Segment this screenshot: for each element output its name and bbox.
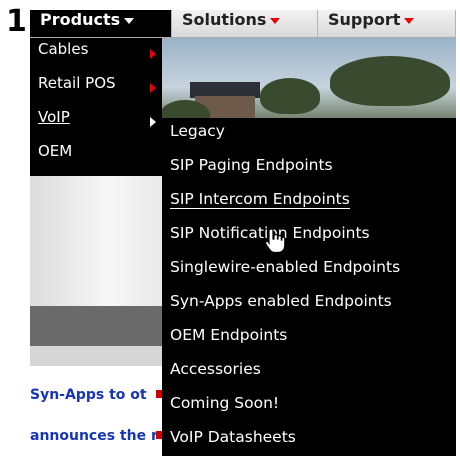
menu-item-oem[interactable]: OEM [30,142,162,170]
submenu-arrow-icon [150,49,156,59]
submenu-item-accessories[interactable]: Accessories [162,360,456,394]
menu-item-retail-pos[interactable]: Retail POS [30,74,162,102]
menu-item-label: VoIP [38,108,70,126]
submenu-arrow-icon [150,117,156,127]
nav-support-label: Support [328,10,401,29]
step-number: 1 [6,4,27,39]
news-link-1[interactable]: Syn-Apps to ot [30,387,147,403]
website-screenshot: Products Solutions Support Syn-Apps to o… [30,10,456,456]
submenu-item-sip-paging[interactable]: SIP Paging Endpoints [162,156,456,190]
menu-item-cables[interactable]: Cables [30,40,162,68]
products-dropdown-menu: Cables Retail POS VoIP OEM [30,38,162,176]
submenu-item-label: SIP Intercom Endpoints [170,190,350,209]
voip-submenu: Legacy SIP Paging Endpoints SIP Intercom… [162,118,456,456]
submenu-arrow-icon [150,83,156,93]
submenu-item-sip-notification[interactable]: SIP Notification Endpoints [162,224,456,258]
submenu-item-label: Accessories [170,360,261,378]
submenu-item-oem-endpoints[interactable]: OEM Endpoints [162,326,456,360]
menu-item-label: Cables [38,40,89,58]
menu-item-voip[interactable]: VoIP [30,108,162,136]
submenu-item-label: Syn-Apps enabled Endpoints [170,292,392,310]
submenu-item-legacy[interactable]: Legacy [162,122,456,156]
nav-products[interactable]: Products [30,10,172,37]
submenu-item-label: VoIP Datasheets [170,428,296,446]
nav-products-label: Products [40,10,121,29]
chevron-down-icon [404,17,415,24]
nav-solutions[interactable]: Solutions [172,10,318,37]
news-link-2[interactable]: announces the r [30,428,158,444]
submenu-item-label: Singlewire-enabled Endpoints [170,258,401,276]
submenu-item-voip-datasheets[interactable]: VoIP Datasheets [162,428,456,456]
hand-pointer-icon [264,228,286,254]
submenu-item-label: SIP Paging Endpoints [170,156,333,174]
submenu-item-syn-apps[interactable]: Syn-Apps enabled Endpoints [162,292,456,326]
top-navigation-bar: Products Solutions Support [30,10,456,38]
submenu-item-sip-intercom[interactable]: SIP Intercom Endpoints [162,190,456,224]
submenu-item-label: Legacy [170,122,225,140]
submenu-item-label: Coming Soon! [170,394,280,412]
menu-item-label: OEM [38,142,73,160]
submenu-item-label: OEM Endpoints [170,326,288,344]
menu-item-label: Retail POS [38,74,116,92]
chevron-down-icon [270,17,281,24]
nav-support[interactable]: Support [318,10,456,37]
submenu-item-coming-soon[interactable]: Coming Soon! [162,394,456,428]
submenu-item-singlewire[interactable]: Singlewire-enabled Endpoints [162,258,456,292]
chevron-down-icon [124,17,135,24]
nav-solutions-label: Solutions [182,10,267,29]
